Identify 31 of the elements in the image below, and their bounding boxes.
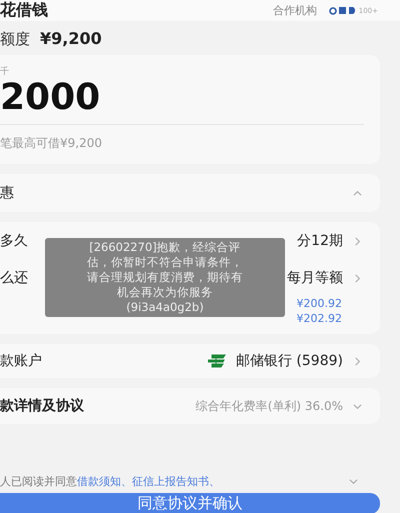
partner-label: 合作机构 <box>272 3 317 18</box>
installment-amount: ¥200.92 <box>296 296 342 311</box>
limit-label: 额度 <box>0 30 30 49</box>
annual-rate: 综合年化费率(单利) 36.0% <box>196 398 343 414</box>
details-card[interactable]: 款详情及协议 综合年化费率(单利) 36.0% <box>0 388 380 424</box>
max-amount-hint: 笔最高可借¥9,200 <box>0 135 103 152</box>
agreement-link[interactable]: 借款须知、征信上报告知书、 <box>77 475 220 488</box>
chevron-down-icon <box>349 477 358 486</box>
partner-logos-icon <box>328 6 357 15</box>
discount-label: 惠 <box>0 184 14 202</box>
account-label: 款账户 <box>0 352 42 370</box>
term-value[interactable]: 每月等额 <box>287 269 343 287</box>
agreement-text: 人已阅读并同意借款须知、征信上报告知书、 <box>0 474 220 489</box>
amount-field[interactable]: 2000 <box>0 78 364 125</box>
unit-label: 千 <box>0 66 10 78</box>
confirm-button[interactable]: 同意协议并确认 <box>0 493 380 513</box>
bank-logo-icon <box>208 354 226 368</box>
chevron-right-icon <box>353 236 362 246</box>
toast-message: [26602270]抱歉，经综合评 估，你暂时不符合申请条件， 请合理规划有度消费，期待有 机会再次为你服务 (9i3a4a0g2b) <box>87 240 243 315</box>
details-label: 款详情及协议 <box>0 397 84 415</box>
installment-amount: ¥202.92 <box>296 311 342 326</box>
limit-value: ¥9,200 <box>40 29 102 48</box>
term-label: 多久 <box>0 232 28 250</box>
account-card[interactable]: 款账户 邮储银行 (5989) <box>0 344 380 378</box>
chevron-right-icon <box>353 274 362 282</box>
page-title: 花借钱 <box>0 0 48 21</box>
bank-account: 邮储银行 (5989) <box>236 352 343 370</box>
term-label: 么还 <box>0 269 28 287</box>
discount-card[interactable]: 惠 <box>0 174 380 212</box>
chevron-right-icon <box>353 356 362 366</box>
term-value[interactable]: 分12期 <box>297 232 343 250</box>
